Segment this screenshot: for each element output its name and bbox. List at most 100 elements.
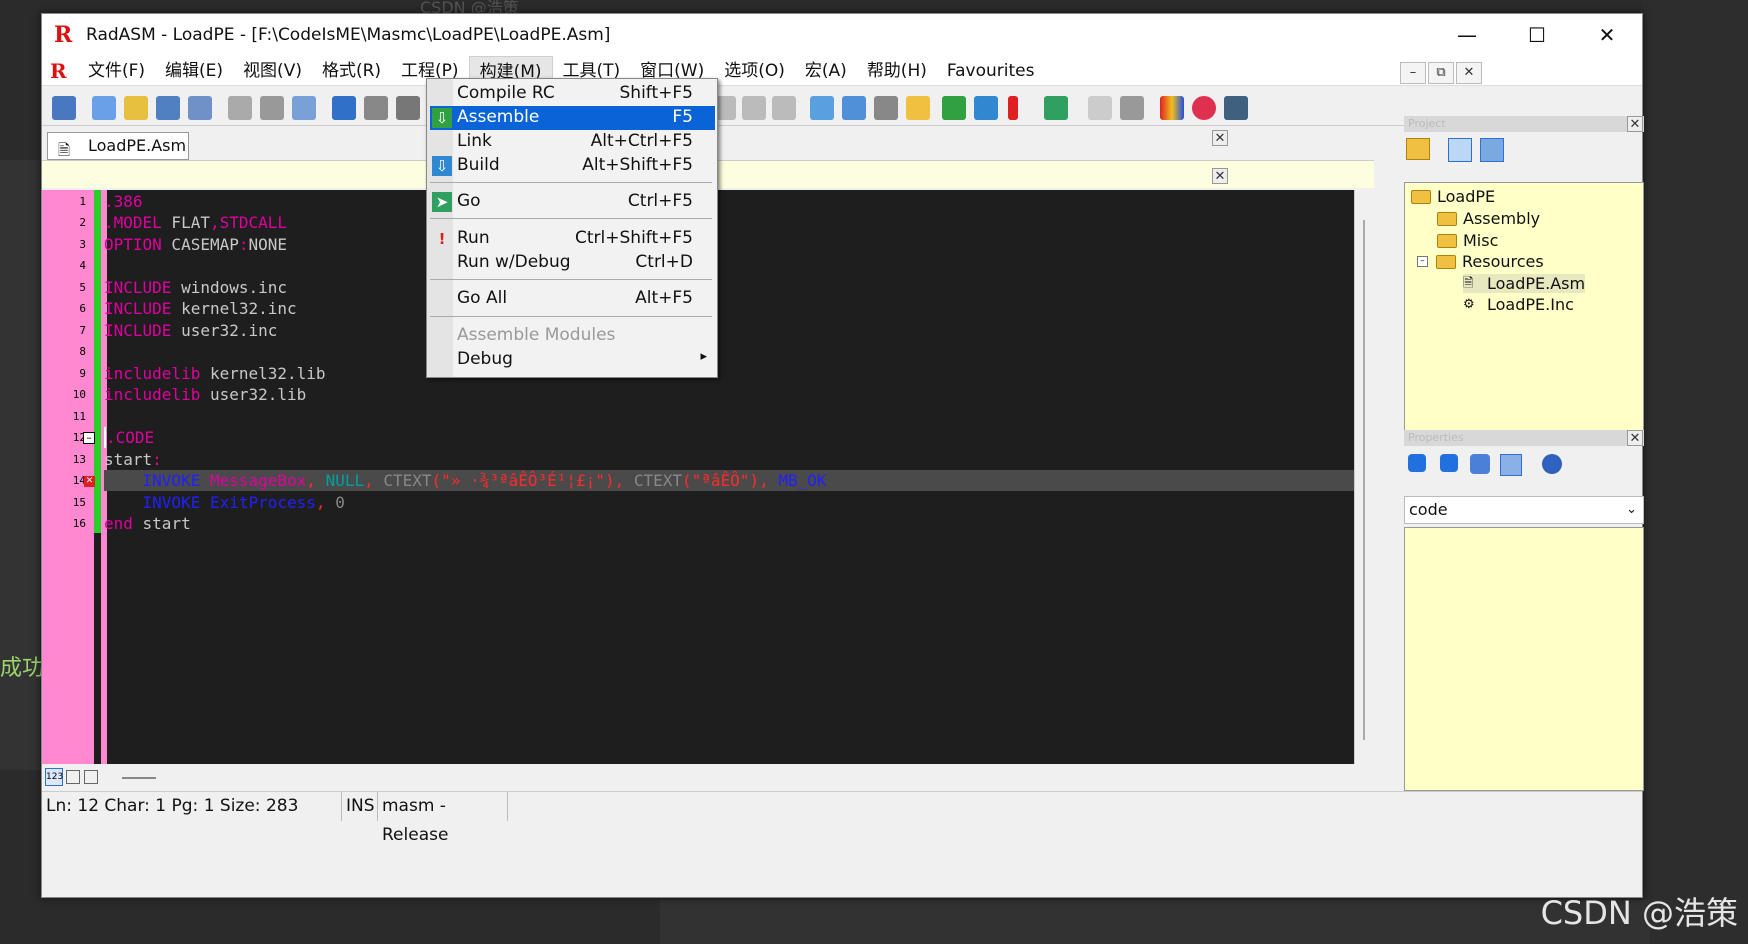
menu-view[interactable]: 视图(V) bbox=[233, 56, 312, 86]
paste-icon[interactable] bbox=[292, 96, 316, 120]
menu-item-run[interactable]: ! Run Ctrl+Shift+F5 bbox=[430, 227, 715, 251]
fold-collapse-icon[interactable]: – bbox=[83, 432, 95, 444]
save-all-icon[interactable] bbox=[188, 96, 212, 120]
run-icon: ! bbox=[438, 230, 446, 248]
outdent-icon[interactable] bbox=[772, 96, 796, 120]
notepad-icon[interactable] bbox=[1088, 96, 1112, 120]
modified-lines-bar bbox=[94, 190, 101, 533]
undo-icon[interactable] bbox=[332, 96, 356, 120]
prop-const-icon[interactable] bbox=[1440, 454, 1458, 472]
run-icon[interactable] bbox=[1008, 96, 1018, 120]
copy-icon[interactable] bbox=[260, 96, 284, 120]
folder-icon bbox=[1436, 254, 1456, 269]
properties-list bbox=[1404, 527, 1644, 791]
mdi-logo-icon: R bbox=[50, 58, 67, 83]
maximize-button[interactable]: ☐ bbox=[1502, 14, 1572, 56]
properties-toggle-icon[interactable] bbox=[842, 96, 866, 120]
inc-file-icon: ⚙ bbox=[1463, 296, 1475, 312]
tools-icon[interactable] bbox=[874, 96, 898, 120]
tree-item-loadpe-inc[interactable]: ⚙ LoadPE.Inc bbox=[1463, 295, 1574, 314]
line-number: 8 bbox=[79, 345, 86, 358]
line-number: 16 bbox=[72, 517, 86, 530]
menu-item-link[interactable]: Link Alt+Ctrl+F5 bbox=[430, 130, 715, 154]
menu-item-debug[interactable]: Debug ▸ bbox=[430, 348, 715, 372]
background-top bbox=[0, 0, 1748, 14]
tree-item-assembly[interactable]: Assembly bbox=[1437, 209, 1540, 228]
prop-refresh-icon[interactable] bbox=[1542, 454, 1562, 474]
close-button[interactable]: ✕ bbox=[1572, 14, 1642, 56]
menu-item-compile-rc[interactable]: Compile RC Shift+F5 bbox=[430, 82, 715, 106]
menu-item-go-all[interactable]: Go All Alt+F5 bbox=[430, 287, 715, 311]
editor-vertical-scrollbar[interactable] bbox=[1354, 190, 1374, 764]
file-view-icon[interactable] bbox=[1480, 138, 1504, 162]
code-line: INCLUDE user32.inc bbox=[104, 321, 278, 340]
mdi-restore-button[interactable]: ⧉ bbox=[1428, 62, 1454, 84]
tab-close-icon[interactable]: ✕ bbox=[1212, 130, 1228, 146]
line-number: 11 bbox=[72, 410, 86, 423]
new-file-icon[interactable] bbox=[92, 96, 116, 120]
outline-toggle-icon[interactable] bbox=[66, 770, 80, 784]
folder-icon bbox=[1437, 233, 1457, 248]
menu-item-go[interactable]: ➤ Go Ctrl+F5 bbox=[430, 190, 715, 214]
project-panel-close-icon[interactable]: ✕ bbox=[1627, 116, 1643, 132]
menu-item-assemble-modules: Assemble Modules bbox=[457, 325, 616, 345]
code-line: OPTION CASEMAP:NONE bbox=[104, 235, 288, 254]
project-view-icon[interactable] bbox=[1448, 138, 1472, 162]
tab-loadpe-asm[interactable]: 🗎 LoadPE.Asm bbox=[47, 132, 189, 160]
infobar-close-icon[interactable]: ✕ bbox=[1212, 168, 1228, 184]
menu-macro[interactable]: 宏(A) bbox=[795, 56, 857, 86]
menu-help[interactable]: 帮助(H) bbox=[857, 56, 937, 86]
properties-panel-header: Properties bbox=[1404, 430, 1644, 446]
menu-item-build[interactable]: ⇩ Build Alt+Shift+F5 bbox=[430, 154, 715, 178]
cut-icon[interactable] bbox=[228, 96, 252, 120]
mdi-minimize-button[interactable]: – bbox=[1400, 62, 1426, 84]
code-line: includelib kernel32.lib bbox=[104, 364, 326, 383]
code-area[interactable]: .386 .MODEL FLAT,STDCALL OPTION CASEMAP:… bbox=[104, 190, 1372, 764]
build-icon[interactable] bbox=[974, 96, 998, 120]
code-line-highlighted: INVOKE MessageBox, NULL, CTEXT("» ·¾³ªâÊ… bbox=[104, 470, 1354, 491]
menu-edit[interactable]: 编辑(E) bbox=[155, 56, 233, 86]
calculator-icon[interactable] bbox=[1120, 96, 1144, 120]
tree-collapse-icon[interactable]: – bbox=[1417, 256, 1428, 267]
tree-item-loadpe-asm[interactable]: 🗎 LoadPE.Asm bbox=[1463, 274, 1586, 293]
menu-options[interactable]: 选项(O) bbox=[714, 56, 795, 86]
assemble-icon[interactable] bbox=[942, 96, 966, 120]
redo-icon[interactable] bbox=[364, 96, 388, 120]
color-picker-icon[interactable] bbox=[1160, 96, 1184, 120]
line-number: 7 bbox=[79, 324, 86, 337]
zoom-window-icon[interactable] bbox=[1224, 96, 1248, 120]
tree-item-loadpe[interactable]: LoadPE bbox=[1411, 187, 1495, 206]
menu-favourites[interactable]: Favourites bbox=[937, 56, 1045, 86]
minimize-button[interactable]: — bbox=[1432, 14, 1502, 56]
open-folder-icon[interactable] bbox=[1406, 138, 1430, 160]
mdi-close-button[interactable]: ✕ bbox=[1456, 62, 1482, 84]
find-icon[interactable] bbox=[810, 96, 834, 120]
prop-struct-icon[interactable] bbox=[1500, 454, 1522, 476]
prop-data-icon[interactable] bbox=[1470, 454, 1490, 474]
line-number: 6 bbox=[79, 302, 86, 315]
menu-item-assemble[interactable]: ⇩ Assemble F5 bbox=[430, 106, 715, 130]
save-icon[interactable] bbox=[156, 96, 180, 120]
favourite-star-icon[interactable] bbox=[906, 96, 930, 120]
menu-separator bbox=[430, 182, 712, 183]
prop-code-icon[interactable] bbox=[1408, 454, 1426, 472]
tree-item-resources[interactable]: – Resources bbox=[1417, 252, 1544, 271]
go-icon[interactable] bbox=[1044, 96, 1068, 120]
menu-format[interactable]: 格式(R) bbox=[312, 56, 391, 86]
code-line: INCLUDE windows.inc bbox=[104, 278, 288, 297]
properties-select[interactable]: code ⌄ bbox=[1404, 496, 1644, 524]
line-numbers-toggle-icon[interactable]: 123 bbox=[45, 768, 63, 786]
align-icon[interactable] bbox=[742, 96, 766, 120]
menu-separator bbox=[430, 279, 712, 280]
menu-separator bbox=[430, 316, 712, 317]
open-file-icon[interactable] bbox=[124, 96, 148, 120]
delete-icon[interactable] bbox=[396, 96, 420, 120]
tree-item-misc[interactable]: Misc bbox=[1437, 231, 1498, 250]
print-icon[interactable] bbox=[52, 96, 76, 120]
properties-panel-close-icon[interactable]: ✕ bbox=[1627, 430, 1643, 446]
menu-file[interactable]: 文件(F) bbox=[78, 56, 155, 86]
menu-item-run-debug[interactable]: Run w/Debug Ctrl+D bbox=[430, 251, 715, 275]
grid-toggle-icon[interactable] bbox=[84, 770, 98, 784]
split-handle[interactable] bbox=[122, 777, 156, 779]
rgb-dots-icon[interactable] bbox=[1192, 96, 1216, 120]
